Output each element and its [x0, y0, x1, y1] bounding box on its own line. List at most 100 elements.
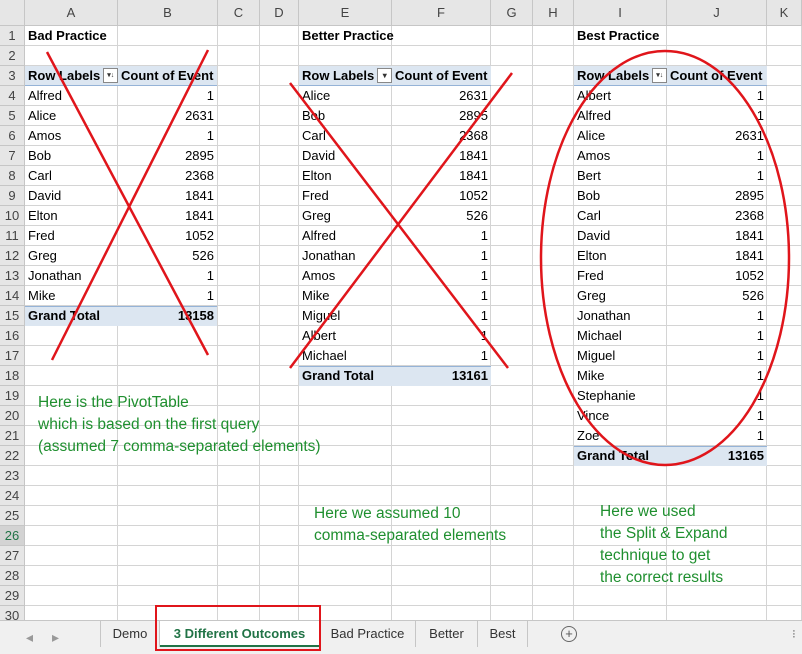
pivot-row-count[interactable]: 2895: [392, 106, 491, 126]
pivot-row-count[interactable]: 1: [392, 286, 491, 306]
pivot-row-count[interactable]: 1: [667, 166, 767, 186]
pivot-row-label[interactable]: Albert: [574, 86, 614, 106]
pivot-row-label[interactable]: Jonathan: [25, 266, 85, 286]
pivot-row-label[interactable]: Stephanie: [574, 386, 639, 406]
pivot-row-label[interactable]: Alice: [299, 86, 333, 106]
pivot-row-count[interactable]: 526: [392, 206, 491, 226]
tab-demo[interactable]: Demo: [100, 621, 160, 647]
pivot-row-count[interactable]: 1: [392, 306, 491, 326]
row-header-9[interactable]: 9: [0, 186, 25, 206]
filter-sort-icon[interactable]: ▾↓: [103, 68, 119, 84]
pivot-row-count[interactable]: 2895: [118, 146, 217, 166]
pivot-row-label[interactable]: Zoe: [574, 426, 602, 446]
row-header-12[interactable]: 12: [0, 246, 25, 266]
row-header-27[interactable]: 27: [0, 546, 25, 566]
pivot-row-count[interactable]: 1: [667, 106, 767, 126]
new-sheet-icon[interactable]: +: [561, 626, 577, 642]
filter-sort-icon[interactable]: ▾↓: [652, 68, 668, 84]
pivot-row-count[interactable]: 1841: [392, 166, 491, 186]
pivot-row-label[interactable]: Fred: [25, 226, 58, 246]
pivot-row-label[interactable]: Elton: [25, 206, 61, 226]
row-header-2[interactable]: 2: [0, 46, 25, 66]
pivot-row-count[interactable]: 1841: [118, 206, 217, 226]
pivot-row-count[interactable]: 1: [667, 426, 767, 446]
row-header-3[interactable]: 3: [0, 66, 25, 86]
filter-dropdown-icon[interactable]: ▾: [377, 68, 393, 84]
pivot-row-label[interactable]: Alfred: [299, 226, 339, 246]
pivot-row-count[interactable]: 1: [667, 326, 767, 346]
column-header-k[interactable]: K: [767, 0, 802, 26]
pivot-row-count[interactable]: 1: [392, 346, 491, 366]
pivot-row-label[interactable]: Greg: [299, 206, 334, 226]
pivot-row-count[interactable]: 1: [118, 86, 217, 106]
column-header-a[interactable]: A: [25, 0, 118, 26]
pivot-row-label[interactable]: Greg: [25, 246, 60, 266]
pivot-row-label[interactable]: Elton: [299, 166, 335, 186]
column-header-c[interactable]: C: [218, 0, 260, 26]
row-header-10[interactable]: 10: [0, 206, 25, 226]
pivot-row-label[interactable]: Carl: [574, 206, 604, 226]
row-header-18[interactable]: 18: [0, 366, 25, 386]
row-header-17[interactable]: 17: [0, 346, 25, 366]
row-header-30[interactable]: 30: [0, 606, 25, 620]
pivot-row-count[interactable]: 1: [667, 346, 767, 366]
pivot-row-count[interactable]: 1: [667, 406, 767, 426]
column-header-h[interactable]: H: [533, 0, 574, 26]
row-header-19[interactable]: 19: [0, 386, 25, 406]
column-header-g[interactable]: G: [491, 0, 533, 26]
pivot-row-label[interactable]: Greg: [574, 286, 609, 306]
pivot-row-label[interactable]: Mike: [299, 286, 332, 306]
row-header-16[interactable]: 16: [0, 326, 25, 346]
pivot-row-label[interactable]: Carl: [299, 126, 329, 146]
pivot-row-label[interactable]: Alice: [25, 106, 59, 126]
pivot-row-count[interactable]: 1: [667, 386, 767, 406]
pivot-row-label[interactable]: Jonathan: [574, 306, 634, 326]
pivot-row-label[interactable]: Jonathan: [299, 246, 359, 266]
pivot-row-label[interactable]: Amos: [25, 126, 64, 146]
pivot-row-count[interactable]: 1: [118, 126, 217, 146]
column-header-e[interactable]: E: [299, 0, 392, 26]
tab-best[interactable]: Best: [478, 621, 528, 647]
row-header-21[interactable]: 21: [0, 426, 25, 446]
pivot-row-count[interactable]: 1: [392, 246, 491, 266]
pivot-row-label[interactable]: Alfred: [574, 106, 614, 126]
pivot-row-count[interactable]: 1841: [667, 226, 767, 246]
pivot-row-label[interactable]: Vince: [574, 406, 612, 426]
pivot-row-label[interactable]: Alice: [574, 126, 608, 146]
row-header-15[interactable]: 15: [0, 306, 25, 326]
pivot-row-label[interactable]: Alfred: [25, 86, 65, 106]
pivot-row-count[interactable]: 2368: [118, 166, 217, 186]
pivot-row-label[interactable]: Fred: [299, 186, 332, 206]
row-header-7[interactable]: 7: [0, 146, 25, 166]
pivot-row-label[interactable]: Mike: [574, 366, 607, 386]
pivot-row-label[interactable]: Michael: [574, 326, 625, 346]
pivot-row-count[interactable]: 1: [392, 266, 491, 286]
pivot-row-count[interactable]: 2368: [392, 126, 491, 146]
pivot-row-label[interactable]: Michael: [299, 346, 350, 366]
row-header-11[interactable]: 11: [0, 226, 25, 246]
pivot-row-count[interactable]: 2631: [392, 86, 491, 106]
row-header-13[interactable]: 13: [0, 266, 25, 286]
row-header-24[interactable]: 24: [0, 486, 25, 506]
pivot-row-count[interactable]: 2631: [118, 106, 217, 126]
pivot-row-count[interactable]: 1: [392, 326, 491, 346]
row-header-8[interactable]: 8: [0, 166, 25, 186]
column-header-d[interactable]: D: [260, 0, 299, 26]
row-header-28[interactable]: 28: [0, 566, 25, 586]
pivot-row-count[interactable]: 2631: [667, 126, 767, 146]
pivot-row-count[interactable]: 1: [392, 226, 491, 246]
pivot-row-label[interactable]: Carl: [25, 166, 55, 186]
row-header-5[interactable]: 5: [0, 106, 25, 126]
pivot-row-label[interactable]: Mike: [25, 286, 58, 306]
pivot-row-label[interactable]: Bob: [574, 186, 603, 206]
row-header-1[interactable]: 1: [0, 26, 25, 46]
pivot-row-label[interactable]: David: [574, 226, 613, 246]
pivot-row-count[interactable]: 1052: [667, 266, 767, 286]
pivot-row-count[interactable]: 1052: [392, 186, 491, 206]
row-header-6[interactable]: 6: [0, 126, 25, 146]
row-header-23[interactable]: 23: [0, 466, 25, 486]
pivot-row-count[interactable]: 1: [667, 146, 767, 166]
row-header-14[interactable]: 14: [0, 286, 25, 306]
pivot-row-count[interactable]: 1841: [118, 186, 217, 206]
pivot-row-count[interactable]: 1: [667, 366, 767, 386]
